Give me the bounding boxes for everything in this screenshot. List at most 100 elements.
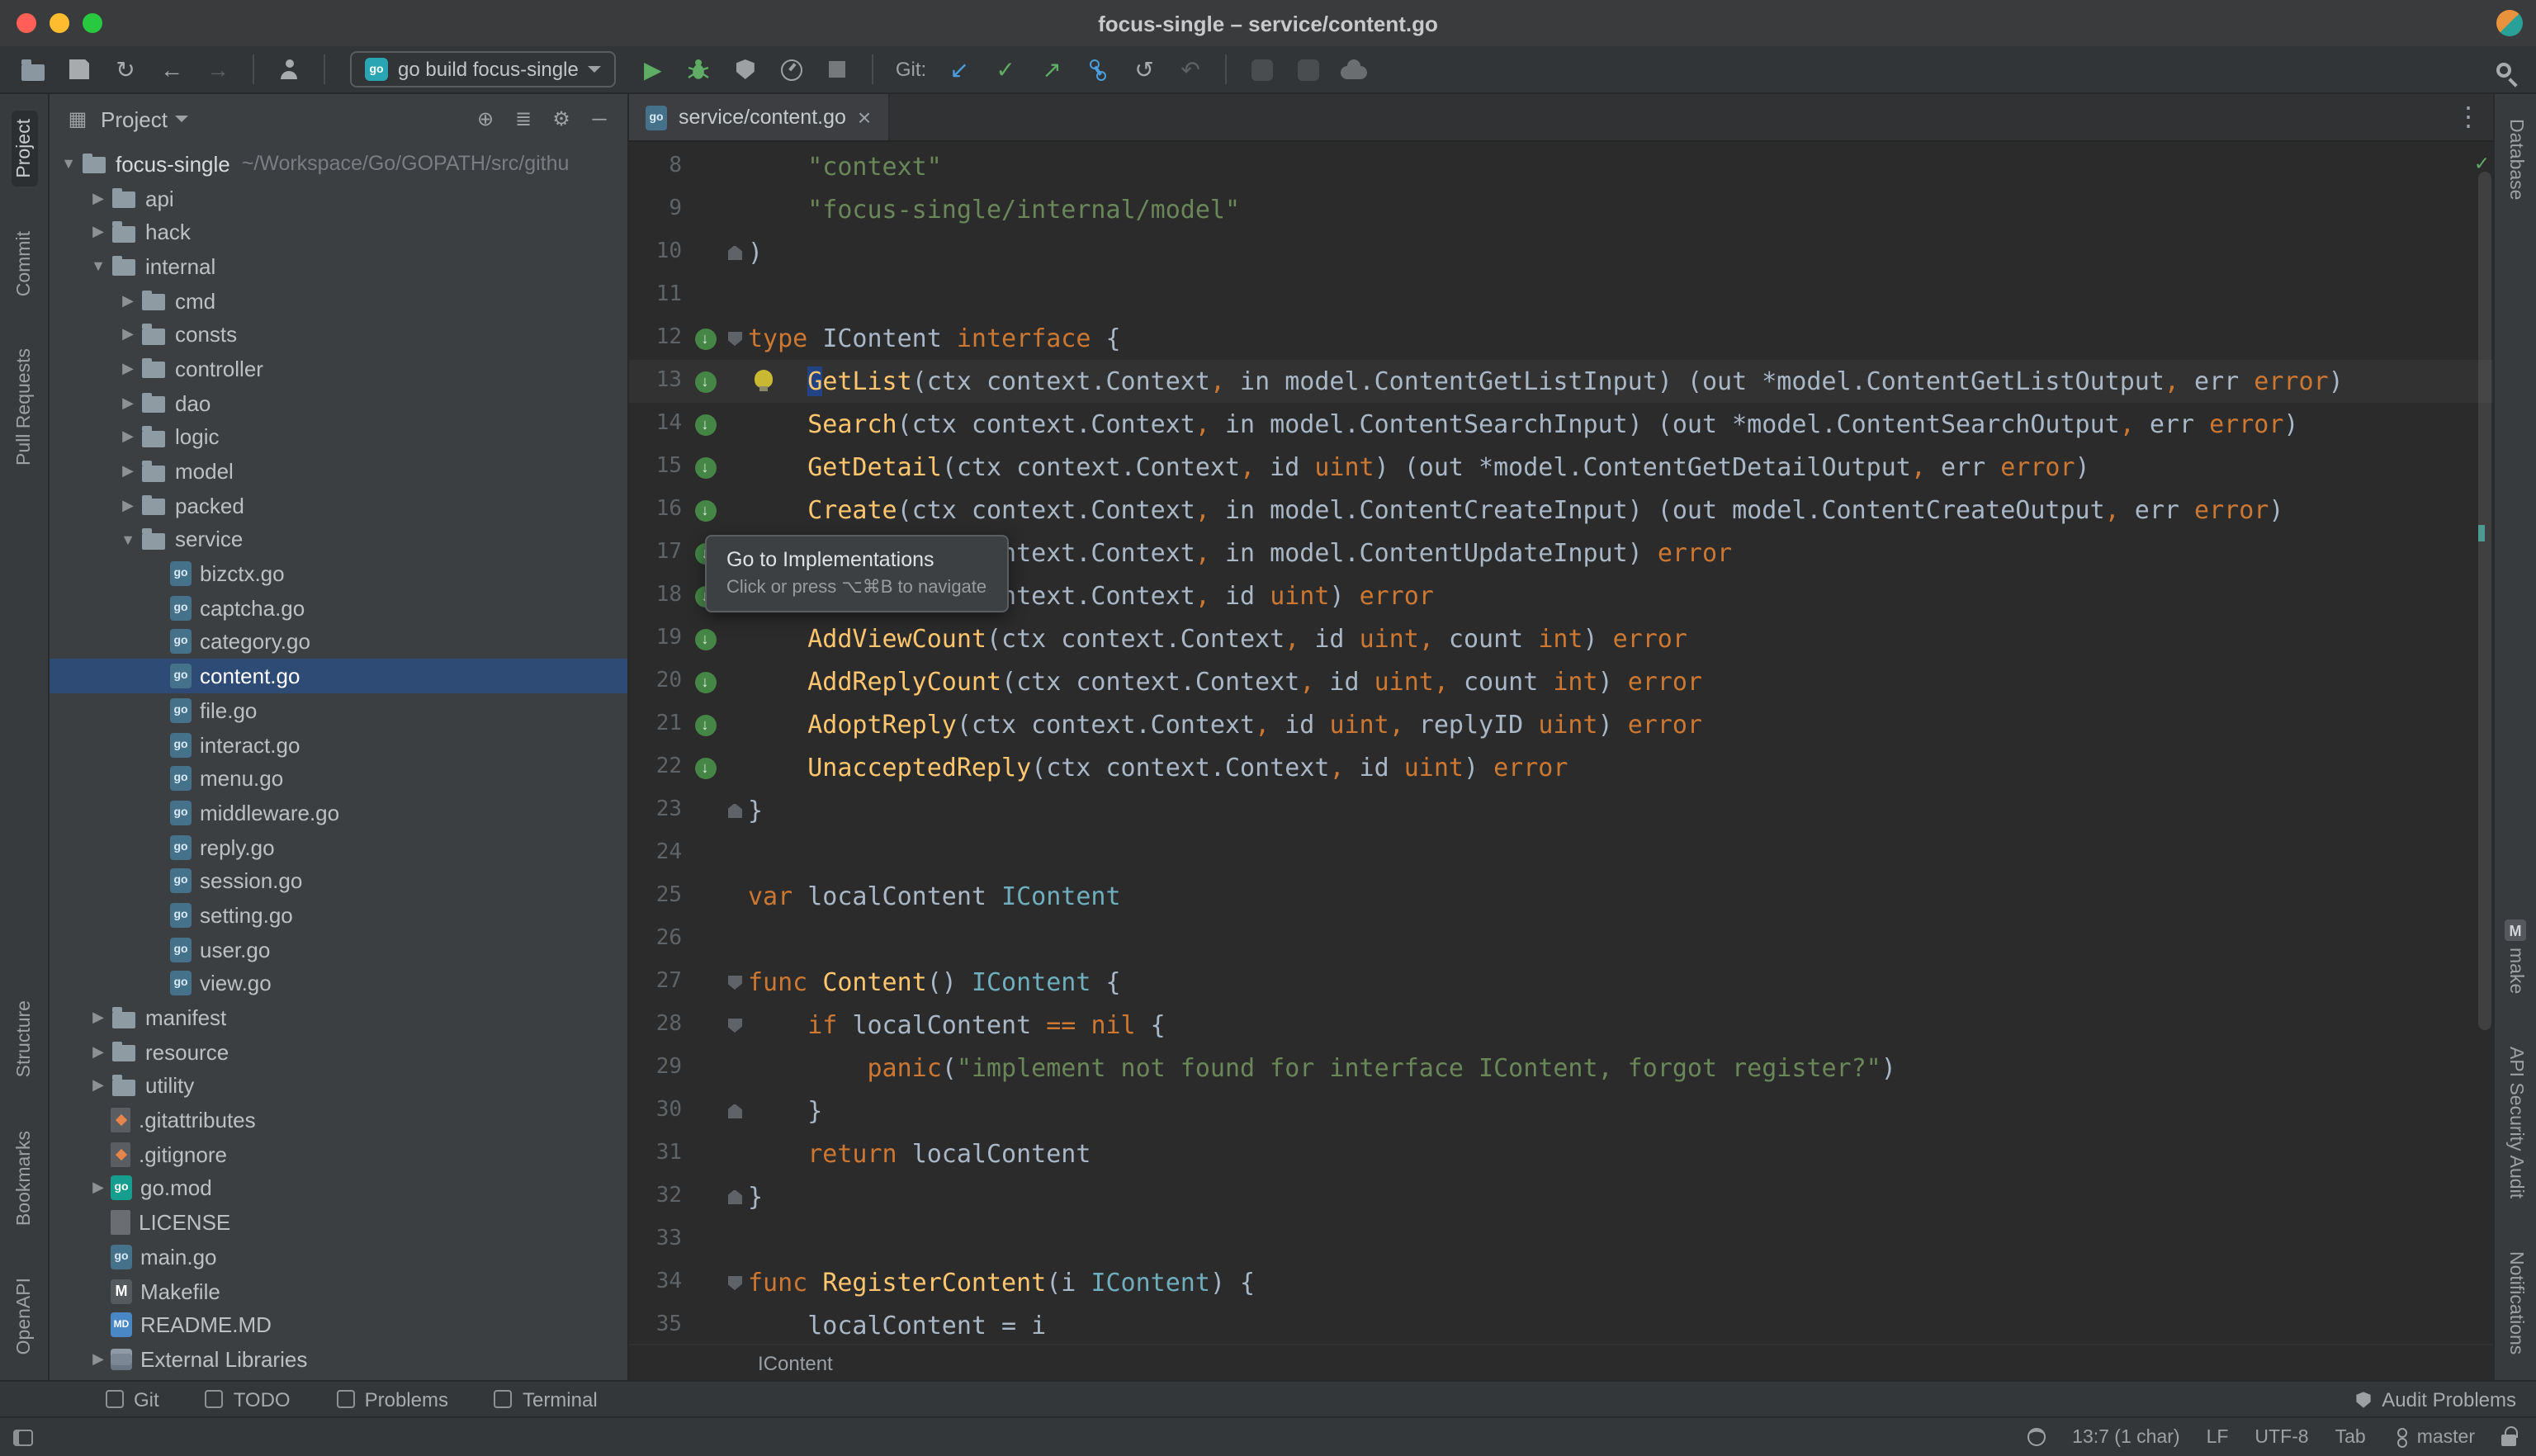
tree-item-content-go[interactable]: gocontent.go bbox=[50, 659, 627, 693]
history-button[interactable]: ↺ bbox=[1124, 51, 1164, 87]
tree-item-focus-single[interactable]: ▼focus-single~/Workspace/Go/GOPATH/src/g… bbox=[50, 147, 627, 181]
code-line-13[interactable]: 13↓ GetList(ctx context.Context, in mode… bbox=[629, 360, 2493, 403]
tool-window-button-todo[interactable]: TODO bbox=[206, 1387, 291, 1411]
stripe-item-bookmarks[interactable]: Bookmarks bbox=[11, 1123, 37, 1234]
tree-item-controller[interactable]: ▶controller bbox=[50, 352, 627, 385]
cloud-button[interactable] bbox=[1334, 51, 1374, 87]
tree-item-readme-md[interactable]: MDREADME.MD bbox=[50, 1308, 627, 1342]
chevron-right-icon[interactable]: ▶ bbox=[116, 291, 140, 310]
save-all-button[interactable] bbox=[59, 51, 99, 87]
code-line-28[interactable]: 28 if localContent == nil { bbox=[629, 1004, 2493, 1047]
tree-item-interact-go[interactable]: gointeract.go bbox=[50, 727, 627, 761]
fold-marker[interactable] bbox=[727, 975, 742, 990]
tree-item-logic[interactable]: ▶logic bbox=[50, 420, 627, 454]
code-line-22[interactable]: 22↓ UnacceptedReply(ctx context.Context,… bbox=[629, 746, 2493, 789]
line-number[interactable]: 32 bbox=[629, 1175, 688, 1218]
code-line-31[interactable]: 31 return localContent bbox=[629, 1132, 2493, 1175]
tree-item-cmd[interactable]: ▶cmd bbox=[50, 284, 627, 318]
line-number[interactable]: 8 bbox=[629, 145, 688, 188]
hide-panel-button[interactable]: ─ bbox=[584, 107, 614, 130]
chevron-down-icon[interactable]: ▼ bbox=[86, 258, 111, 275]
code-line-23[interactable]: 23} bbox=[629, 789, 2493, 832]
settings-button[interactable]: ⚙ bbox=[546, 107, 576, 130]
stop-button[interactable] bbox=[818, 51, 858, 87]
chevron-right-icon[interactable]: ▶ bbox=[86, 1009, 111, 1027]
implemented-icon[interactable]: ↓ bbox=[694, 414, 716, 435]
line-number[interactable]: 11 bbox=[629, 274, 688, 317]
coverage-button[interactable] bbox=[726, 51, 765, 87]
tree-item-license[interactable]: LICENSE bbox=[50, 1206, 627, 1240]
line-number[interactable]: 17 bbox=[629, 532, 688, 574]
tool-window-button-terminal[interactable]: Terminal bbox=[494, 1387, 598, 1411]
tree-item-captcha-go[interactable]: gocaptcha.go bbox=[50, 591, 627, 625]
chevron-right-icon[interactable]: ▶ bbox=[86, 1350, 111, 1369]
tree-item-reply-go[interactable]: goreply.go bbox=[50, 830, 627, 864]
code-line-14[interactable]: 14↓ Search(ctx context.Context, in model… bbox=[629, 403, 2493, 446]
close-button[interactable] bbox=[17, 13, 36, 33]
fold-marker[interactable] bbox=[727, 1189, 742, 1204]
line-number[interactable]: 13 bbox=[629, 360, 688, 403]
search-everywhere-button[interactable] bbox=[2483, 51, 2523, 87]
file-encoding[interactable]: UTF-8 bbox=[2254, 1427, 2308, 1447]
line-number[interactable]: 20 bbox=[629, 660, 688, 703]
readonly-lock-icon[interactable] bbox=[2501, 1435, 2516, 1446]
data-sharing-indicator[interactable] bbox=[2027, 1428, 2046, 1446]
chevron-right-icon[interactable]: ▶ bbox=[116, 326, 140, 344]
line-number[interactable]: 24 bbox=[629, 832, 688, 875]
tree-item-gitattributes[interactable]: .gitattributes bbox=[50, 1104, 627, 1137]
implemented-icon[interactable]: ↓ bbox=[694, 628, 716, 650]
line-number[interactable]: 27 bbox=[629, 961, 688, 1004]
tree-item-model[interactable]: ▶model bbox=[50, 454, 627, 488]
fold-marker[interactable] bbox=[727, 1018, 742, 1033]
implemented-icon[interactable]: ↓ bbox=[694, 456, 716, 478]
chevron-down-icon[interactable] bbox=[176, 116, 189, 122]
line-number[interactable]: 28 bbox=[629, 1004, 688, 1047]
implemented-icon[interactable]: ↓ bbox=[694, 714, 716, 735]
minimize-button[interactable] bbox=[50, 13, 69, 33]
chevron-right-icon[interactable]: ▶ bbox=[86, 1179, 111, 1198]
code-line-35[interactable]: 35 localContent = i bbox=[629, 1304, 2493, 1344]
indent-style[interactable]: Tab bbox=[2335, 1427, 2366, 1447]
line-number[interactable]: 21 bbox=[629, 703, 688, 746]
line-number[interactable]: 15 bbox=[629, 446, 688, 489]
locate-file-button[interactable]: ⊕ bbox=[471, 107, 500, 130]
tree-item-go-mod[interactable]: ▶gogo.mod bbox=[50, 1171, 627, 1205]
project-panel-title[interactable]: Project bbox=[101, 106, 168, 131]
stripe-item-pull-requests[interactable]: Pull Requests bbox=[11, 341, 37, 475]
line-number[interactable]: 26 bbox=[629, 918, 688, 961]
tab-options-button[interactable]: ⋮ bbox=[2444, 94, 2493, 140]
line-number[interactable]: 34 bbox=[629, 1261, 688, 1304]
run-button[interactable]: ▶ bbox=[633, 51, 673, 87]
fold-marker[interactable] bbox=[727, 245, 742, 260]
tree-item-resource[interactable]: ▶resource bbox=[50, 1035, 627, 1069]
implemented-icon[interactable]: ↓ bbox=[694, 671, 716, 693]
code-line-10[interactable]: 10) bbox=[629, 231, 2493, 274]
line-number[interactable]: 9 bbox=[629, 188, 688, 231]
line-number[interactable]: 33 bbox=[629, 1218, 688, 1261]
code-line-11[interactable]: 11 bbox=[629, 274, 2493, 317]
line-number[interactable]: 29 bbox=[629, 1047, 688, 1090]
stripe-item-notifications[interactable]: Notifications bbox=[2502, 1244, 2529, 1364]
stripe-item-openapi[interactable]: OpenAPI bbox=[11, 1270, 37, 1364]
back-button[interactable]: ← bbox=[152, 51, 192, 87]
code-line-24[interactable]: 24 bbox=[629, 832, 2493, 875]
chevron-right-icon[interactable]: ▶ bbox=[116, 496, 140, 514]
stripe-item-project[interactable]: Project bbox=[11, 111, 37, 187]
forward-button[interactable]: → bbox=[198, 51, 238, 87]
code-line-30[interactable]: 30 } bbox=[629, 1090, 2493, 1132]
implemented-icon[interactable]: ↓ bbox=[694, 757, 716, 778]
line-number[interactable]: 16 bbox=[629, 489, 688, 532]
chevron-right-icon[interactable]: ▶ bbox=[86, 189, 111, 207]
patch-button[interactable] bbox=[1288, 51, 1327, 87]
stripe-item-commit[interactable]: Commit bbox=[11, 223, 37, 305]
avatar[interactable] bbox=[2496, 10, 2523, 36]
tool-window-switcher-icon[interactable] bbox=[13, 1429, 33, 1445]
implemented-icon[interactable]: ↓ bbox=[694, 371, 716, 392]
tree-item-packed[interactable]: ▶packed bbox=[50, 489, 627, 522]
chevron-down-icon[interactable]: ▼ bbox=[116, 532, 140, 548]
chevron-right-icon[interactable]: ▶ bbox=[116, 360, 140, 378]
collapse-all-button[interactable]: ≣ bbox=[509, 107, 538, 130]
code-line-12[interactable]: 12↓type IContent interface { bbox=[629, 317, 2493, 360]
tree-item-bizctx-go[interactable]: gobizctx.go bbox=[50, 557, 627, 591]
open-folder-button[interactable] bbox=[13, 51, 53, 87]
